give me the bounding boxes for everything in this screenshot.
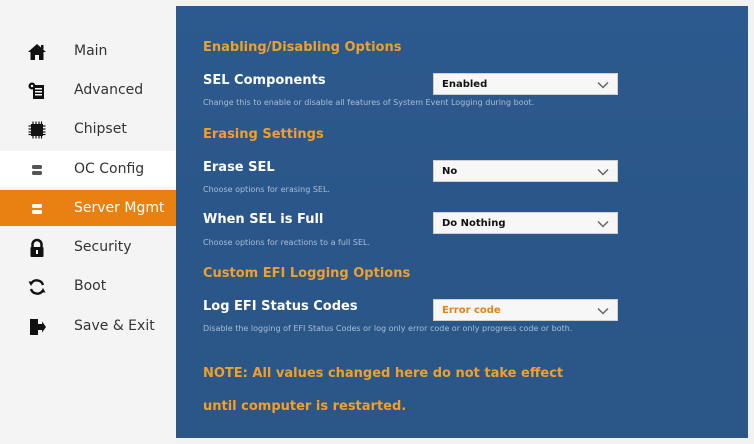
section-title-erasing: Erasing Settings <box>203 127 324 142</box>
sidebar-item-advanced[interactable]: Advanced <box>0 72 176 108</box>
sidebar: Main Advanced Chipset OC Config Server M… <box>0 0 176 444</box>
sel-components-value: Enabled <box>442 78 488 90</box>
sidebar-item-oc-config[interactable]: OC Config <box>0 151 176 187</box>
when-sel-full-help: Choose options for reactions to a full S… <box>203 238 371 247</box>
erase-sel-select[interactable]: No <box>433 160 618 182</box>
erase-sel-label: Erase SEL <box>203 160 275 175</box>
oc-config-icon <box>27 160 47 180</box>
server-icon <box>27 199 47 219</box>
when-sel-full-value: Do Nothing <box>442 217 506 229</box>
sidebar-item-label: Security <box>74 239 132 255</box>
frame-edge-right <box>748 0 754 444</box>
chevron-down-icon <box>597 81 609 89</box>
restart-note-line1: NOTE: All values changed here do not tak… <box>203 366 564 381</box>
sidebar-item-label: Boot <box>74 278 107 294</box>
chevron-down-icon <box>597 168 609 176</box>
home-icon <box>27 42 47 62</box>
chevron-down-icon <box>597 220 609 228</box>
sel-components-select[interactable]: Enabled <box>433 73 618 95</box>
chevron-down-icon <box>597 307 609 315</box>
erase-sel-value: No <box>442 165 458 177</box>
sidebar-item-main[interactable]: Main <box>0 33 176 69</box>
log-efi-status-value: Error code <box>442 304 501 316</box>
sidebar-item-chipset[interactable]: Chipset <box>0 111 176 147</box>
sidebar-item-label: Save & Exit <box>74 318 155 334</box>
section-title-custom: Custom EFI Logging Options <box>203 266 411 281</box>
sidebar-item-label: Chipset <box>74 121 127 137</box>
advanced-icon <box>27 81 47 101</box>
when-sel-full-label: When SEL is Full <box>203 212 324 227</box>
sidebar-item-save-exit[interactable]: Save & Exit <box>0 308 176 344</box>
log-efi-status-select[interactable]: Error code <box>433 299 618 321</box>
erase-sel-help: Choose options for erasing SEL. <box>203 185 330 194</box>
refresh-icon <box>27 277 47 297</box>
sidebar-item-label: Server Mgmt <box>74 200 165 216</box>
sidebar-item-label: OC Config <box>74 161 145 177</box>
sel-components-help: Change this to enable or disable all fea… <box>203 98 535 107</box>
main-panel: Enabling/Disabling Options SEL Component… <box>176 0 754 444</box>
sidebar-item-label: Advanced <box>74 82 144 98</box>
chip-icon <box>27 120 47 140</box>
sel-components-label: SEL Components <box>203 73 326 88</box>
when-sel-full-select[interactable]: Do Nothing <box>433 212 618 234</box>
sidebar-item-boot[interactable]: Boot <box>0 268 176 304</box>
restart-note-line2: until computer is restarted. <box>203 399 407 414</box>
sidebar-item-server-mgmt[interactable]: Server Mgmt <box>0 190 176 226</box>
frame-edge-top <box>176 0 748 6</box>
sidebar-item-security[interactable]: Security <box>0 229 176 265</box>
frame-edge-bottom <box>176 438 754 444</box>
log-efi-status-label: Log EFI Status Codes <box>203 299 358 314</box>
bios-screen: Main Advanced Chipset OC Config Server M… <box>0 0 754 444</box>
exit-icon <box>27 317 47 337</box>
sidebar-item-label: Main <box>74 43 108 59</box>
lock-icon <box>27 238 47 258</box>
log-efi-status-help: Disable the logging of EFI Status Codes … <box>203 324 573 333</box>
section-title-enabling: Enabling/Disabling Options <box>203 40 402 55</box>
